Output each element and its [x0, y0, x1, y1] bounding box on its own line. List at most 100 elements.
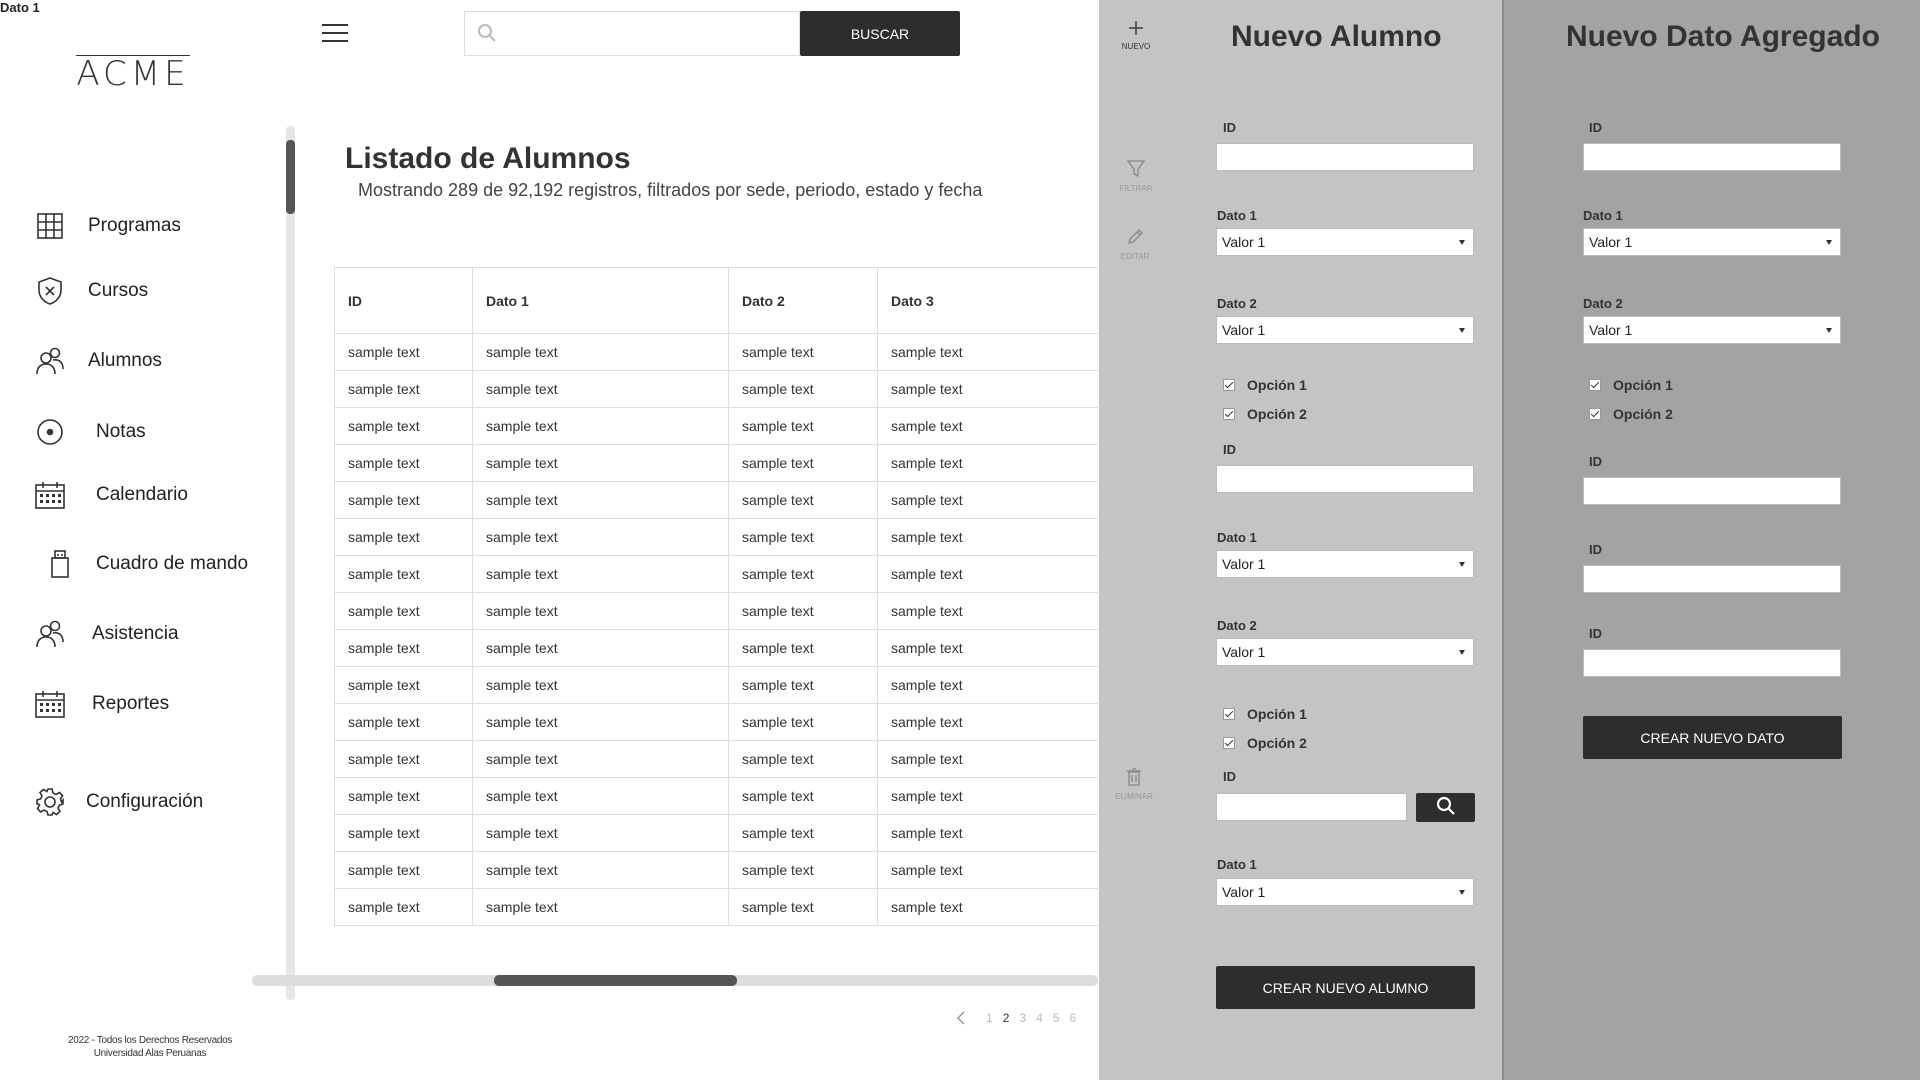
field-label-id: ID [1589, 626, 1602, 641]
opcion-2-checkbox[interactable]: Opción 2 [1223, 406, 1307, 422]
table-cell: sample text [334, 888, 473, 926]
table-row[interactable]: sample text sample text sample text sample … [334, 740, 1098, 778]
table-row[interactable]: sample text sample text sample text sample … [334, 555, 1098, 593]
vertical-scrollbar-thumb[interactable] [286, 140, 295, 214]
id-input[interactable] [1583, 477, 1841, 505]
table-row[interactable]: sample text sample text sample text sample … [334, 370, 1098, 408]
checkbox-checked-icon [1589, 379, 1601, 391]
table-cell: sample text [334, 703, 473, 741]
gear-icon [34, 786, 66, 818]
sidebar-item-cursos[interactable]: Cursos [34, 271, 148, 311]
hamburger-menu-icon[interactable] [322, 22, 348, 44]
table-row[interactable]: sample text sample text sample text sample … [334, 518, 1098, 556]
sidebar-item-calendario[interactable]: Calendario [34, 475, 188, 515]
table-row[interactable]: sample text sample text sample text sample … [334, 333, 1098, 371]
dato-2-select[interactable]: Valor 1 [1216, 316, 1474, 344]
page-link[interactable]: 3 [1019, 1011, 1026, 1025]
table-cell: sample text [334, 407, 473, 445]
opcion-2-checkbox[interactable]: Opción 2 [1223, 735, 1307, 751]
dato-2-select[interactable]: Valor 1 [1583, 316, 1841, 344]
column-header-dato-3[interactable]: Dato 3 [877, 267, 1098, 334]
edit-button[interactable]: EDITAR [1105, 228, 1165, 261]
table-cell: sample text [877, 666, 1098, 704]
sidebar-item-asistencia[interactable]: Asistencia [34, 614, 179, 654]
id-input[interactable] [1216, 143, 1474, 171]
opcion-1-checkbox[interactable]: Opción 1 [1223, 706, 1307, 722]
table-row[interactable]: sample text sample text sample text sample … [334, 629, 1098, 667]
column-header-id[interactable]: ID [334, 267, 473, 334]
table-row[interactable]: sample text sample text sample text sample … [334, 703, 1098, 741]
horizontal-scrollbar[interactable] [252, 975, 1098, 986]
page-link[interactable]: 6 [1069, 1011, 1076, 1025]
table-row[interactable]: sample text sample text sample text sample … [334, 444, 1098, 482]
vertical-scrollbar[interactable] [286, 126, 295, 1000]
id-input[interactable] [1583, 143, 1841, 171]
id-input[interactable] [1216, 465, 1474, 493]
table-cell: sample text [728, 370, 878, 408]
search-button[interactable]: BUSCAR [800, 11, 960, 56]
sidebar-item-reportes[interactable]: Reportes [34, 684, 169, 724]
page-link[interactable]: 5 [1053, 1011, 1060, 1025]
table-row[interactable]: sample text sample text sample text sample … [334, 777, 1098, 815]
table-cell: sample text [877, 333, 1098, 371]
search-input[interactable] [509, 18, 789, 50]
table-header-row: ID Dato 1 Dato 2 Dato 3 [334, 267, 1098, 334]
sidebar-item-cuadro-de-mando[interactable]: Cuadro de mando [34, 544, 248, 584]
sidebar-item-configuracion[interactable]: Configuración [34, 782, 203, 822]
dato-1-select[interactable]: Valor 1 [1216, 878, 1474, 906]
table-cell: sample text [728, 851, 878, 889]
users-icon [34, 618, 66, 650]
page-link[interactable]: 4 [1036, 1011, 1043, 1025]
filter-button[interactable]: FILTRAR [1106, 160, 1166, 193]
new-student-panel: NUEVO FILTRAR EDITAR ELIMINAR Nuevo Alum… [1099, 0, 1502, 1080]
page-link-active[interactable]: 2 [1003, 1011, 1010, 1025]
table-cell: sample text [877, 740, 1098, 778]
opcion-2-checkbox[interactable]: Opción 2 [1589, 406, 1673, 422]
page-link[interactable]: 1 [986, 1011, 993, 1025]
table-cell: sample text [472, 518, 729, 556]
panel-title: Nuevo Dato Agregado [1566, 20, 1880, 53]
dato-2-select[interactable]: Valor 1 [1216, 638, 1474, 666]
table-row[interactable]: sample text sample text sample text sample … [334, 888, 1098, 926]
table-cell: sample text [728, 481, 878, 519]
table-cell: sample text [334, 592, 473, 630]
id-search-button[interactable] [1416, 793, 1475, 822]
new-button[interactable]: NUEVO [1106, 20, 1166, 51]
dato-1-select[interactable]: Valor 1 [1216, 228, 1474, 256]
table-row[interactable]: sample text sample text sample text sample … [334, 814, 1098, 852]
field-label-dato-2: Dato 2 [1583, 296, 1623, 311]
sidebar-item-label: Reportes [92, 693, 170, 714]
checkbox-checked-icon [1223, 737, 1235, 749]
opcion-1-checkbox[interactable]: Opción 1 [1223, 377, 1307, 393]
table-cell: sample text [877, 518, 1098, 556]
sidebar-item-notas[interactable]: Notas [34, 412, 146, 452]
footer-copyright: 2022 - Todos los Derechos Reservados [67, 1035, 233, 1046]
search-icon [477, 23, 497, 48]
create-data-button[interactable]: CREAR NUEVO DATO [1583, 716, 1842, 759]
delete-button[interactable]: ELIMINAR [1104, 768, 1164, 801]
id-input[interactable] [1583, 565, 1841, 593]
edit-button-label: EDITAR [1120, 252, 1150, 261]
table-row[interactable]: sample text sample text sample text sample … [334, 851, 1098, 889]
opcion-1-checkbox[interactable]: Opción 1 [1589, 377, 1673, 393]
table-row[interactable]: sample text sample text sample text sample … [334, 666, 1098, 704]
horizontal-scrollbar-thumb[interactable] [494, 975, 737, 986]
dato-1-select[interactable]: Valor 1 [1583, 228, 1841, 256]
sidebar-item-label: Cuadro de mando [96, 553, 249, 574]
column-header-dato-2[interactable]: Dato 2 [728, 267, 878, 334]
create-student-button[interactable]: CREAR NUEVO ALUMNO [1216, 966, 1475, 1009]
sidebar-item-programas[interactable]: Programas [34, 206, 181, 246]
id-search-input[interactable] [1216, 793, 1407, 821]
table-row[interactable]: sample text sample text sample text sample … [334, 481, 1098, 519]
panel-title: Nuevo Alumno [1231, 20, 1442, 53]
column-header-dato-1[interactable]: Dato 1 [472, 267, 729, 334]
table-cell: sample text [334, 814, 473, 852]
id-input[interactable] [1583, 649, 1841, 677]
table-cell: sample text [728, 814, 878, 852]
table-cell: sample text [334, 444, 473, 482]
table-row[interactable]: sample text sample text sample text sample … [334, 592, 1098, 630]
dato-1-select[interactable]: Valor 1 [1216, 550, 1474, 578]
table-row[interactable]: sample text sample text sample text sample … [334, 407, 1098, 445]
sidebar-item-alumnos[interactable]: Alumnos [34, 341, 162, 381]
chevron-left-icon[interactable] [956, 1011, 968, 1025]
